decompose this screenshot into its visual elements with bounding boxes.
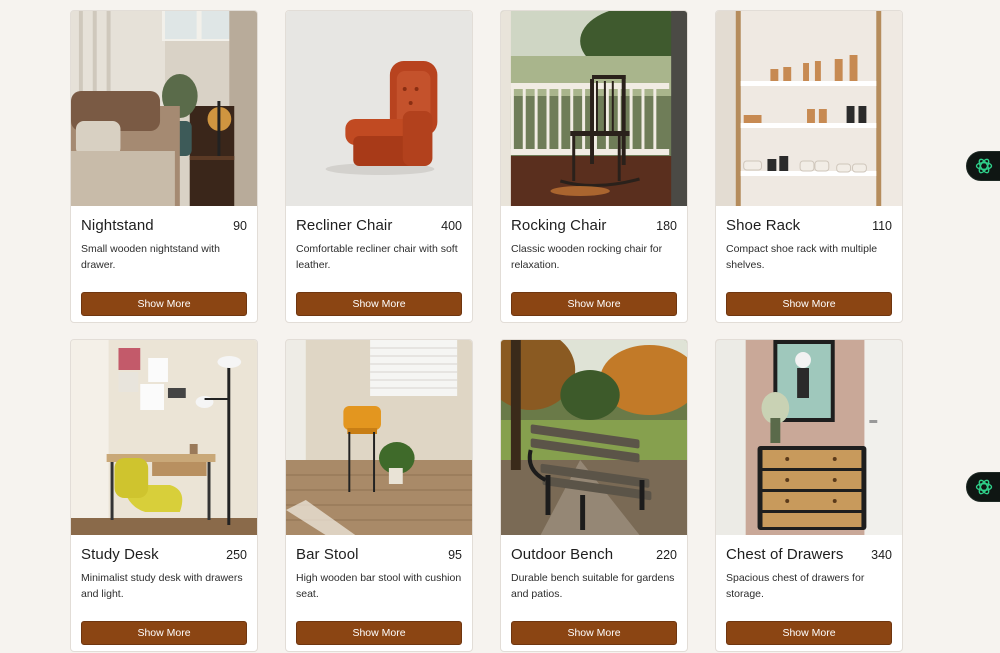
product-description: Classic wooden rocking chair for relaxat…: [511, 243, 663, 271]
product-title: Recliner Chair: [296, 217, 393, 234]
product-title: Chest of Drawers: [726, 546, 844, 563]
product-price: 340: [871, 548, 892, 562]
product-title: Nightstand: [81, 217, 154, 234]
product-description: High wooden bar stool with cushion seat.: [296, 572, 462, 600]
product-title: Shoe Rack: [726, 217, 801, 234]
product-image: [716, 340, 902, 535]
product-image: [501, 340, 687, 535]
product-image: [501, 11, 687, 206]
product-description: Comfortable recliner chair with soft lea…: [296, 243, 458, 271]
product-card: Outdoor Bench 220 Durable bench suitable…: [500, 339, 688, 652]
product-price: 180: [656, 219, 677, 233]
show-more-button[interactable]: Show More: [726, 292, 892, 316]
product-description: Spacious chest of drawers for storage.: [726, 572, 865, 600]
product-price: 220: [656, 548, 677, 562]
product-description: Small wooden nightstand with drawer.: [81, 243, 220, 271]
product-price: 400: [441, 219, 462, 233]
assistant-icon: [975, 479, 993, 495]
product-card: Rocking Chair 180 Classic wooden rocking…: [500, 10, 688, 323]
product-title: Bar Stool: [296, 546, 359, 563]
product-card: Study Desk 250 Minimalist study desk wit…: [70, 339, 258, 652]
product-card: Chest of Drawers 340 Spacious chest of d…: [715, 339, 903, 652]
product-image: [286, 340, 472, 535]
product-card: Bar Stool 95 High wooden bar stool with …: [285, 339, 473, 652]
product-card: Nightstand 90 Small wooden nightstand wi…: [70, 10, 258, 323]
product-price: 110: [872, 219, 892, 233]
show-more-button[interactable]: Show More: [296, 621, 462, 645]
show-more-button[interactable]: Show More: [296, 292, 462, 316]
show-more-button[interactable]: Show More: [81, 621, 247, 645]
product-title: Rocking Chair: [511, 217, 607, 234]
product-description: Minimalist study desk with drawers and l…: [81, 572, 243, 600]
assistant-icon: [975, 158, 993, 174]
product-description: Durable bench suitable for gardens and p…: [511, 572, 675, 600]
product-title: Study Desk: [81, 546, 159, 563]
assistant-widget-button[interactable]: [966, 151, 1000, 181]
product-image: [286, 11, 472, 206]
product-image: [71, 340, 257, 535]
product-image: [716, 11, 902, 206]
show-more-button[interactable]: Show More: [511, 292, 677, 316]
product-card: Recliner Chair 400 Comfortable recliner …: [285, 10, 473, 323]
show-more-button[interactable]: Show More: [511, 621, 677, 645]
product-card: Shoe Rack 110 Compact shoe rack with mul…: [715, 10, 903, 323]
product-image: [71, 11, 257, 206]
product-price: 95: [448, 548, 462, 562]
product-price: 90: [233, 219, 247, 233]
assistant-widget-button[interactable]: [966, 472, 1000, 502]
product-title: Outdoor Bench: [511, 546, 614, 563]
product-price: 250: [226, 548, 247, 562]
show-more-button[interactable]: Show More: [81, 292, 247, 316]
product-description: Compact shoe rack with multiple shelves.: [726, 243, 878, 271]
show-more-button[interactable]: Show More: [726, 621, 892, 645]
product-grid: Nightstand 90 Small wooden nightstand wi…: [70, 10, 903, 652]
